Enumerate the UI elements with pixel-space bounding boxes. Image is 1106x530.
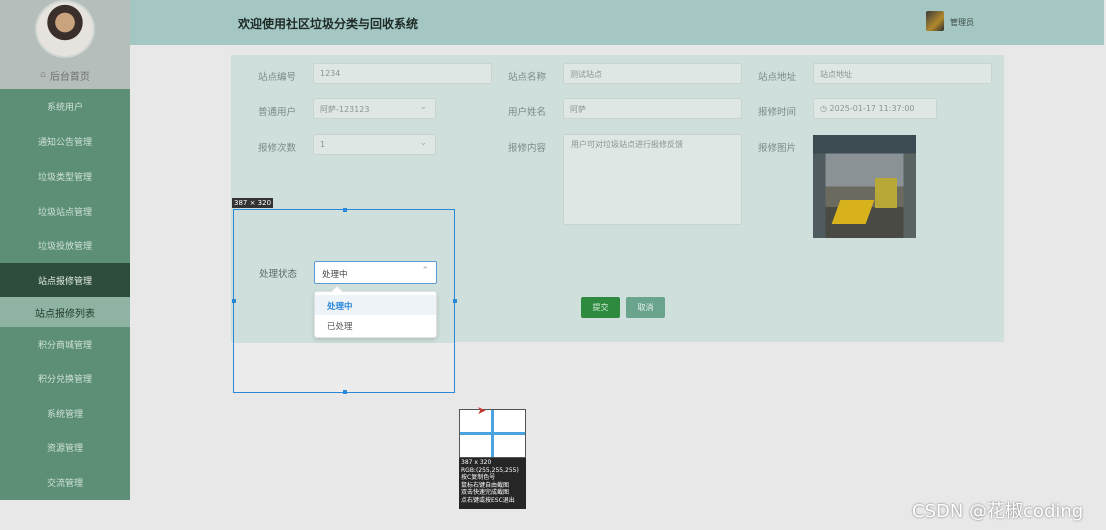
sidebar-item-points-mall[interactable]: 积分商城管理	[0, 327, 130, 361]
sidebar-item-dropoff[interactable]: 垃圾投放管理	[0, 228, 130, 262]
magnifier-info: 387 x 320 RGB:(255,255,255) 按C复制色号 鼠标右键自…	[461, 459, 525, 504]
status-label: 处理状态	[259, 269, 298, 280]
capture-magnifier: 387 x 320 RGB:(255,255,255) 按C复制色号 鼠标右键自…	[459, 409, 526, 509]
username-label: 用户姓名	[508, 107, 547, 118]
sidebar-item-label: 积分商城管理	[37, 340, 92, 351]
station-addr-label: 站点地址	[758, 72, 797, 83]
sidebar-item-label: 系统管理	[46, 409, 83, 420]
repair-image-machine	[875, 178, 897, 208]
content-textarea[interactable]: 用户可对垃圾站点进行报修反馈	[563, 134, 742, 225]
sidebar-profile: ⌂ 后台首页	[0, 0, 130, 89]
sidebar-item-garbage-type[interactable]: 垃圾类型管理	[0, 159, 130, 193]
watermark: CSDN @花椒coding	[912, 501, 1084, 522]
station-no-input[interactable]: 1234	[313, 63, 492, 84]
sidebar-item-label: 交流管理	[46, 478, 83, 489]
sidebar-item-label: 垃圾投放管理	[37, 241, 92, 252]
time-picker[interactable]: ◷ 2025-01-17 11:37:00	[813, 98, 937, 119]
station-name-input[interactable]: 测试站点	[563, 63, 742, 84]
user-select[interactable]: 阿萨-123123 ⌄	[313, 98, 436, 119]
magnifier-view	[459, 409, 526, 458]
sidebar-item-users[interactable]: 系统用户	[0, 89, 130, 123]
station-name-label: 站点名称	[508, 72, 547, 83]
sidebar-subitem-label: 站点报修列表	[35, 308, 95, 320]
content-label: 报修内容	[508, 143, 547, 154]
sidebar-item-points-exchange[interactable]: 积分兑换管理	[0, 361, 130, 395]
status-select[interactable]: 处理中 ⌃	[314, 261, 437, 284]
sidebar-item-notice[interactable]: 通知公告管理	[0, 124, 130, 158]
chevron-up-icon: ⌃	[421, 266, 429, 276]
resize-handle-bottom[interactable]	[343, 390, 347, 394]
capture-size-label: 387 × 320	[232, 198, 274, 208]
sidebar-item-label: 垃圾类型管理	[37, 172, 92, 183]
magnifier-line: 按C复制色号	[461, 474, 496, 481]
submit-button[interactable]: 提交	[581, 297, 620, 318]
resize-handle-right[interactable]	[453, 299, 457, 303]
sidebar-item-forum[interactable]: 交流管理	[0, 465, 130, 499]
time-value: 2025-01-17 11:37:00	[829, 104, 915, 113]
status-dropdown: 处理中 已处理	[314, 285, 437, 338]
magnifier-line: 387 x 320	[461, 459, 492, 466]
sidebar: ⌂ 后台首页 系统用户 通知公告管理 垃圾类型管理 垃圾站点管理 垃圾投放管理 …	[0, 0, 130, 500]
sidebar-item-label: 系统用户	[46, 102, 83, 113]
sidebar-item-resources[interactable]: 资源管理	[0, 430, 130, 464]
status-option-done[interactable]: 已处理	[315, 315, 436, 335]
user-select-value: 阿萨-123123	[320, 105, 370, 114]
username-input[interactable]: 阿萨	[563, 98, 742, 119]
resize-handle-left[interactable]	[232, 299, 236, 303]
count-select[interactable]: 1 ⌄	[313, 134, 436, 155]
cursor-icon: ➤	[477, 404, 487, 417]
magnifier-line: 双击快速完成截图	[461, 489, 510, 496]
chevron-down-icon: ⌄	[419, 102, 427, 112]
user-label: 普通用户	[258, 107, 297, 118]
station-addr-input[interactable]: 站点地址	[813, 63, 992, 84]
magnifier-line: RGB:(255,255,255)	[461, 466, 519, 474]
image-label: 报修图片	[758, 143, 797, 154]
sidebar-item-label: 垃圾站点管理	[37, 207, 92, 218]
sidebar-item-station[interactable]: 垃圾站点管理	[0, 194, 130, 228]
magnifier-line: 鼠标右键自由截图	[461, 481, 510, 489]
capture-selection[interactable]: 处理状态 处理中 ⌃ 处理中 已处理	[232, 208, 457, 394]
page-title: 欢迎使用社区垃圾分类与回收系统	[238, 17, 419, 31]
sidebar-item-label: 积分兑换管理	[37, 374, 92, 385]
sidebar-home-label: 后台首页	[49, 71, 90, 83]
count-label: 报修次数	[258, 143, 297, 154]
status-select-value: 处理中	[322, 270, 348, 280]
count-select-value: 1	[320, 140, 326, 149]
admin-label[interactable]: 管理员	[950, 17, 974, 28]
magnifier-line: 点右键或按ESC退出	[461, 496, 515, 504]
sidebar-subitem-repair-list[interactable]: 站点报修列表	[0, 297, 130, 327]
cancel-button[interactable]: 取消	[626, 297, 665, 318]
station-no-label: 站点编号	[258, 72, 297, 83]
home-icon: ⌂	[40, 70, 46, 80]
crosshair-vertical	[491, 410, 494, 457]
header: 欢迎使用社区垃圾分类与回收系统 管理员	[130, 0, 1104, 45]
chevron-down-icon: ⌄	[419, 138, 427, 148]
sidebar-home[interactable]: ⌂ 后台首页	[0, 61, 130, 89]
sidebar-item-label: 通知公告管理	[37, 137, 92, 148]
sidebar-item-repair[interactable]: 站点报修管理	[0, 263, 130, 297]
sidebar-item-system[interactable]: 系统管理	[0, 396, 130, 430]
resize-handle-top[interactable]	[343, 208, 347, 212]
sidebar-item-label: 站点报修管理	[37, 276, 92, 287]
time-label: 报修时间	[758, 107, 797, 118]
clock-icon: ◷	[820, 104, 830, 113]
admin-avatar[interactable]	[926, 11, 944, 31]
sidebar-item-label: 资源管理	[46, 443, 83, 454]
avatar[interactable]	[35, 0, 95, 58]
status-option-processing[interactable]: 处理中	[315, 295, 436, 315]
